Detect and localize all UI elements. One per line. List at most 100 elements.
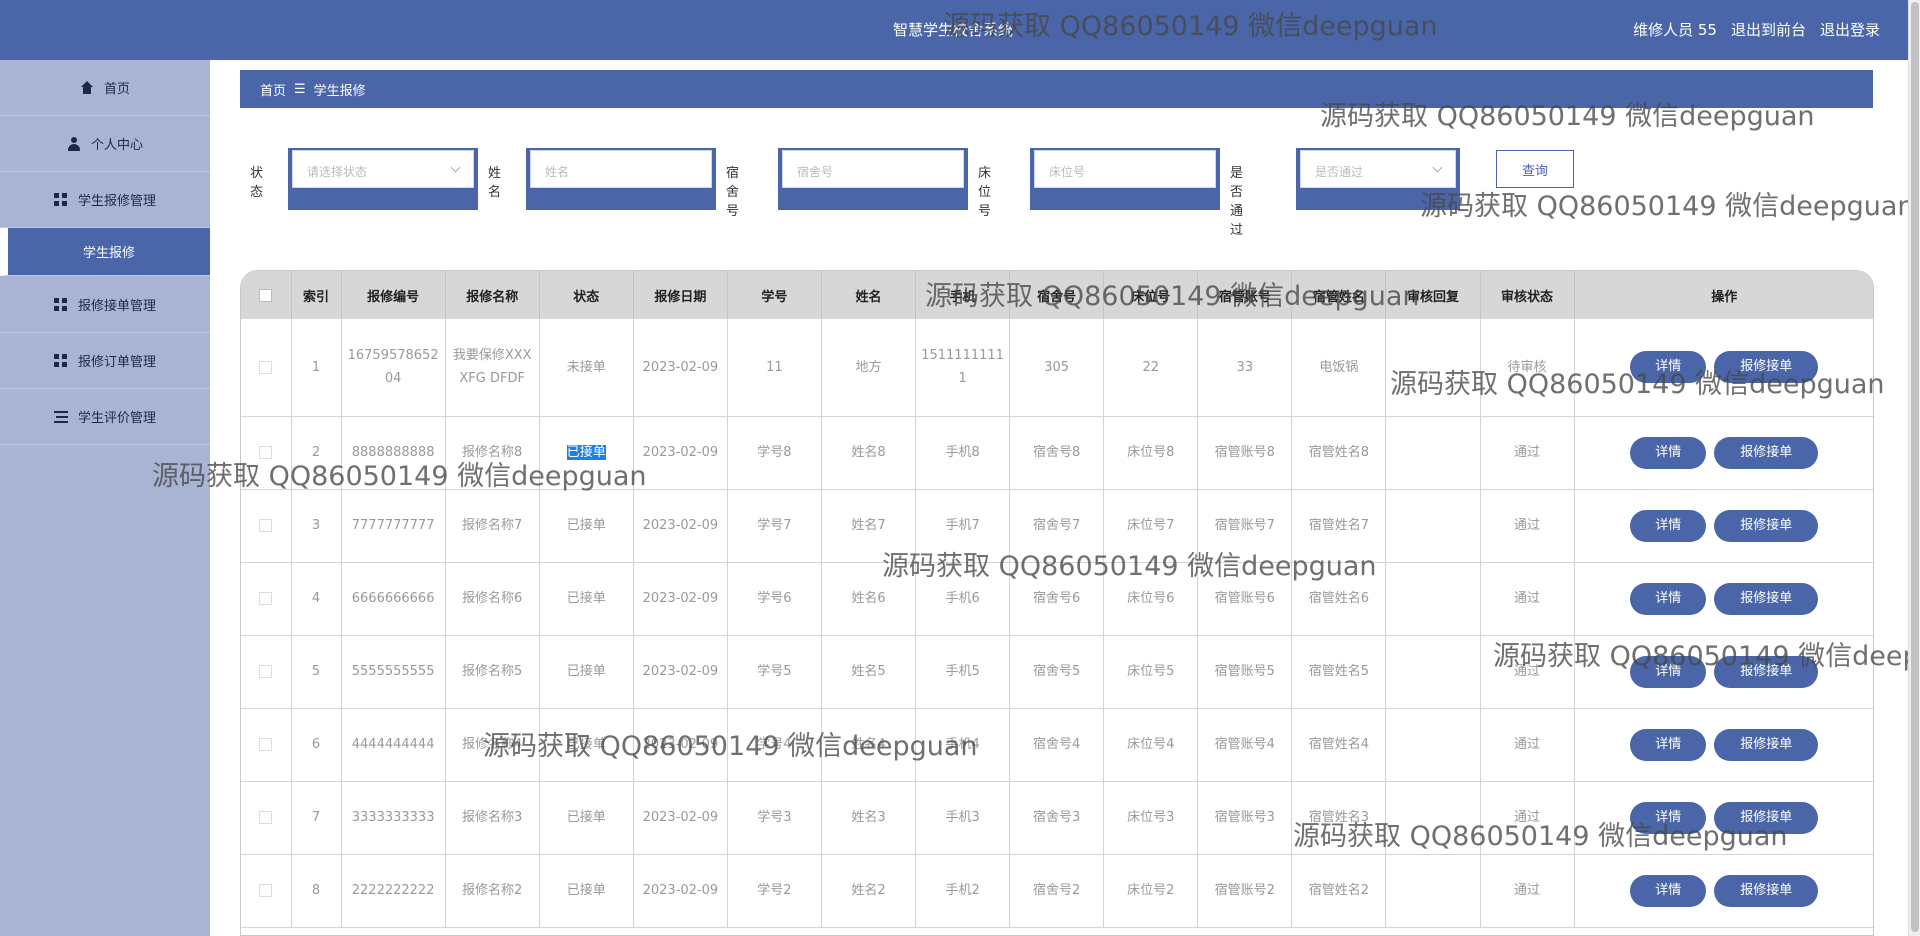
scrollbar-thumb[interactable] bbox=[1911, 2, 1919, 932]
row-select-cell[interactable] bbox=[241, 416, 292, 490]
table-cell: 宿舍号3 bbox=[1009, 781, 1105, 855]
table-cell: 学号4 bbox=[727, 708, 822, 782]
name-input[interactable]: 姓名 bbox=[526, 148, 716, 210]
accept-order-button[interactable]: 报修接单 bbox=[1714, 728, 1819, 761]
table-cell: 8888888888 bbox=[341, 416, 446, 490]
logout-link[interactable]: 退出登录 bbox=[1820, 19, 1880, 40]
actions-cell: 详情 报修接单 bbox=[1574, 854, 1873, 928]
table-cell: 33 bbox=[1197, 319, 1293, 417]
select-all-header[interactable] bbox=[241, 271, 292, 319]
row-select-cell[interactable] bbox=[241, 635, 292, 709]
table-cell: 2023-02-09 bbox=[633, 635, 728, 709]
accept-order-button[interactable]: 报修接单 bbox=[1714, 801, 1819, 834]
row-checkbox[interactable] bbox=[259, 592, 273, 605]
table-cell: 6 bbox=[291, 708, 342, 782]
table-cell: 报修名称4 bbox=[445, 708, 540, 782]
accept-order-button[interactable]: 报修接单 bbox=[1714, 655, 1819, 688]
row-checkbox[interactable] bbox=[259, 519, 273, 532]
sidebar: 首页 个人中心 学生报修管理 学生报修 报修接单管理 报修订单管理 学生评价管理 bbox=[0, 60, 210, 936]
table-cell bbox=[1385, 635, 1481, 709]
pass-select[interactable]: 是否通过 bbox=[1296, 148, 1460, 210]
detail-button[interactable]: 详情 bbox=[1630, 436, 1707, 469]
row-checkbox[interactable] bbox=[259, 446, 273, 459]
row-checkbox[interactable] bbox=[259, 884, 273, 897]
table-cell: 手机6 bbox=[915, 562, 1011, 636]
breadcrumb-home[interactable]: 首页 bbox=[260, 80, 286, 99]
query-button[interactable]: 查询 bbox=[1496, 150, 1574, 188]
accept-order-button[interactable]: 报修接单 bbox=[1714, 351, 1819, 384]
dorm-placeholder: 宿舍号 bbox=[797, 165, 834, 179]
table-cell: 3 bbox=[291, 489, 342, 563]
row-select-cell[interactable] bbox=[241, 319, 292, 417]
dorm-input[interactable]: 宿舍号 bbox=[778, 148, 968, 210]
page-scrollbar[interactable] bbox=[1908, 0, 1920, 936]
table-cell bbox=[1385, 781, 1481, 855]
table-cell: 报修名称7 bbox=[445, 489, 540, 563]
table-row: 6 4444444444 报修名称4 已接单 2023-02-09 学号4 姓名4 手机4 宿舍… bbox=[241, 708, 1873, 782]
sidebar-item-accept-management[interactable]: 报修接单管理 bbox=[0, 277, 210, 333]
table-cell: 6666666666 bbox=[341, 562, 446, 636]
detail-button[interactable]: 详情 bbox=[1630, 655, 1707, 688]
table-cell: 床位号4 bbox=[1103, 708, 1199, 782]
accept-order-button[interactable]: 报修接单 bbox=[1714, 509, 1819, 542]
table-cell: 姓名6 bbox=[821, 562, 917, 636]
row-checkbox[interactable] bbox=[259, 360, 273, 374]
table-cell: 2023-02-09 bbox=[633, 562, 728, 636]
bed-label: 床位号 bbox=[978, 166, 992, 219]
sidebar-item-order-management[interactable]: 报修订单管理 bbox=[0, 333, 210, 389]
table-cell: 宿管账号2 bbox=[1197, 854, 1293, 928]
accept-order-button[interactable]: 报修接单 bbox=[1714, 436, 1819, 469]
table-cell: 22 bbox=[1103, 319, 1199, 417]
table-cell: 手机8 bbox=[915, 416, 1011, 490]
row-checkbox[interactable] bbox=[259, 665, 273, 678]
table-cell: 学号8 bbox=[727, 416, 822, 490]
row-checkbox[interactable] bbox=[259, 811, 273, 824]
row-select-cell[interactable] bbox=[241, 708, 292, 782]
exit-to-front-link[interactable]: 退出到前台 bbox=[1731, 19, 1806, 40]
status-select[interactable]: 请选择状态 bbox=[288, 148, 478, 210]
sidebar-item-student-repair-management[interactable]: 学生报修管理 bbox=[0, 172, 210, 228]
table-cell bbox=[1385, 319, 1481, 417]
table-cell: 宿管账号3 bbox=[1197, 781, 1293, 855]
sidebar-subitem-student-repair[interactable]: 学生报修 bbox=[0, 228, 210, 276]
table-cell: 手机5 bbox=[915, 635, 1011, 709]
detail-button[interactable]: 详情 bbox=[1630, 351, 1707, 384]
accept-order-button[interactable]: 报修接单 bbox=[1714, 582, 1819, 615]
table-cell bbox=[1385, 416, 1481, 490]
bed-input[interactable]: 床位号 bbox=[1030, 148, 1220, 210]
row-select-cell[interactable] bbox=[241, 781, 292, 855]
table-cell: 宿管姓名4 bbox=[1291, 708, 1387, 782]
column-header: 床位号 bbox=[1103, 271, 1199, 319]
sidebar-item-evaluation-management[interactable]: 学生评价管理 bbox=[0, 389, 210, 445]
table-cell: 宿舍号5 bbox=[1009, 635, 1105, 709]
column-header: 宿管姓名 bbox=[1291, 271, 1387, 319]
table-cell: 手机3 bbox=[915, 781, 1011, 855]
sidebar-item-profile[interactable]: 个人中心 bbox=[0, 116, 210, 172]
status-placeholder: 请选择状态 bbox=[307, 165, 368, 179]
table-row: 1 1675957865204 我要保修XXXXFG DFDF 未接单 2023-02-… bbox=[241, 319, 1873, 417]
row-select-cell[interactable] bbox=[241, 489, 292, 563]
table-cell: 床位号6 bbox=[1103, 562, 1199, 636]
detail-button[interactable]: 详情 bbox=[1630, 874, 1707, 907]
actions-cell: 详情 报修接单 bbox=[1574, 635, 1873, 709]
detail-button[interactable]: 详情 bbox=[1630, 728, 1707, 761]
row-select-cell[interactable] bbox=[241, 854, 292, 928]
row-select-cell[interactable] bbox=[241, 562, 292, 636]
accept-order-button[interactable]: 报修接单 bbox=[1714, 874, 1819, 907]
table-cell: 地方 bbox=[821, 319, 917, 417]
detail-button[interactable]: 详情 bbox=[1630, 582, 1707, 615]
select-all-checkbox[interactable] bbox=[259, 288, 273, 302]
detail-button[interactable]: 详情 bbox=[1630, 509, 1707, 542]
sidebar-item-home[interactable]: 首页 bbox=[0, 60, 210, 116]
table-cell bbox=[1385, 854, 1481, 928]
grid-icon bbox=[53, 353, 68, 368]
table-cell: 报修名称8 bbox=[445, 416, 540, 490]
row-checkbox[interactable] bbox=[259, 738, 273, 751]
table-cell: 4 bbox=[291, 562, 342, 636]
chevron-down-icon bbox=[1432, 162, 1443, 173]
actions-cell: 详情 报修接单 bbox=[1574, 489, 1873, 563]
table-cell: 11 bbox=[727, 319, 822, 417]
repair-table: 索引 报修编号 报修名称 状态 报修日期 学号 姓名 手机 宿舍号 床位号 宿管… bbox=[240, 270, 1874, 936]
table-row: 4 6666666666 报修名称6 已接单 2023-02-09 学号6 姓名6 手机6 宿舍… bbox=[241, 562, 1873, 636]
detail-button[interactable]: 详情 bbox=[1630, 801, 1707, 834]
